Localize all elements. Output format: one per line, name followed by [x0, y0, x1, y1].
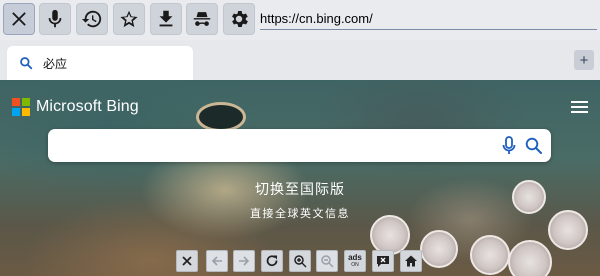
new-tab-button[interactable]: +: [574, 50, 594, 70]
tab-title: 必应: [43, 56, 68, 71]
bookmarks-button[interactable]: [113, 3, 145, 35]
browser-toolbar: https://cn.bing.com/: [0, 0, 600, 40]
forward-arrow-icon: [239, 256, 250, 266]
search-icon: [20, 57, 33, 70]
gear-icon: [232, 11, 248, 27]
menu-button[interactable]: [571, 101, 588, 114]
sucker-shape: [420, 230, 458, 268]
page-content: Microsoft Bing 切换至国际版 直接全球英文信息: [0, 80, 600, 276]
microsoft-logo-icon: [12, 98, 30, 116]
comment-close-icon: [377, 256, 389, 267]
home-icon: [405, 255, 417, 267]
reload-button[interactable]: [261, 250, 283, 272]
octopus-eye: [196, 102, 246, 132]
history-button[interactable]: [76, 3, 108, 35]
history-icon: [81, 10, 102, 28]
incognito-button[interactable]: [186, 3, 218, 35]
switch-title[interactable]: 切换至国际版: [0, 179, 600, 199]
close-icon: [12, 12, 26, 26]
incognito-icon: [193, 12, 211, 26]
settings-button[interactable]: [223, 3, 255, 35]
star-icon: [120, 10, 138, 28]
hamburger-line: [571, 111, 588, 113]
tab-bar: 必应: [0, 40, 600, 80]
download-icon: [159, 10, 173, 27]
back-button[interactable]: [206, 250, 228, 272]
brand-name: Microsoft Bing: [36, 98, 139, 115]
close-button[interactable]: [176, 250, 198, 272]
plus-icon: +: [579, 51, 589, 69]
bing-logo[interactable]: Microsoft Bing: [12, 98, 139, 116]
close-icon: [182, 256, 192, 266]
zoom-out-button[interactable]: [316, 250, 338, 272]
switch-subtitle: 直接全球英文信息: [250, 208, 350, 220]
search-box[interactable]: [48, 129, 551, 162]
sucker-shape: [470, 235, 510, 275]
adblock-icon: ads: [348, 253, 362, 262]
address-bar[interactable]: https://cn.bing.com/: [260, 8, 597, 30]
sucker-shape: [370, 215, 410, 255]
hamburger-line: [571, 106, 588, 108]
microphone-icon[interactable]: [502, 136, 516, 155]
home-button[interactable]: [400, 250, 422, 272]
forward-button[interactable]: [233, 250, 255, 272]
adblock-status: ON: [351, 262, 359, 268]
adblock-button[interactable]: ads ON: [344, 250, 366, 272]
sucker-shape: [508, 240, 552, 276]
search-icon[interactable]: [525, 137, 542, 154]
comment-close-button[interactable]: [372, 250, 394, 272]
microphone-icon: [48, 9, 62, 28]
downloads-button[interactable]: [150, 3, 182, 35]
tab-bing[interactable]: 必应: [7, 46, 193, 80]
region-switch[interactable]: 切换至国际版 直接全球英文信息: [0, 179, 600, 221]
zoom-in-icon: [294, 255, 307, 268]
hamburger-icon: [571, 101, 588, 103]
back-arrow-icon: [211, 256, 222, 266]
close-button[interactable]: [3, 3, 35, 35]
zoom-in-button[interactable]: [289, 250, 311, 272]
zoom-out-icon: [321, 255, 334, 268]
voice-button[interactable]: [39, 3, 71, 35]
reload-icon: [266, 255, 278, 267]
